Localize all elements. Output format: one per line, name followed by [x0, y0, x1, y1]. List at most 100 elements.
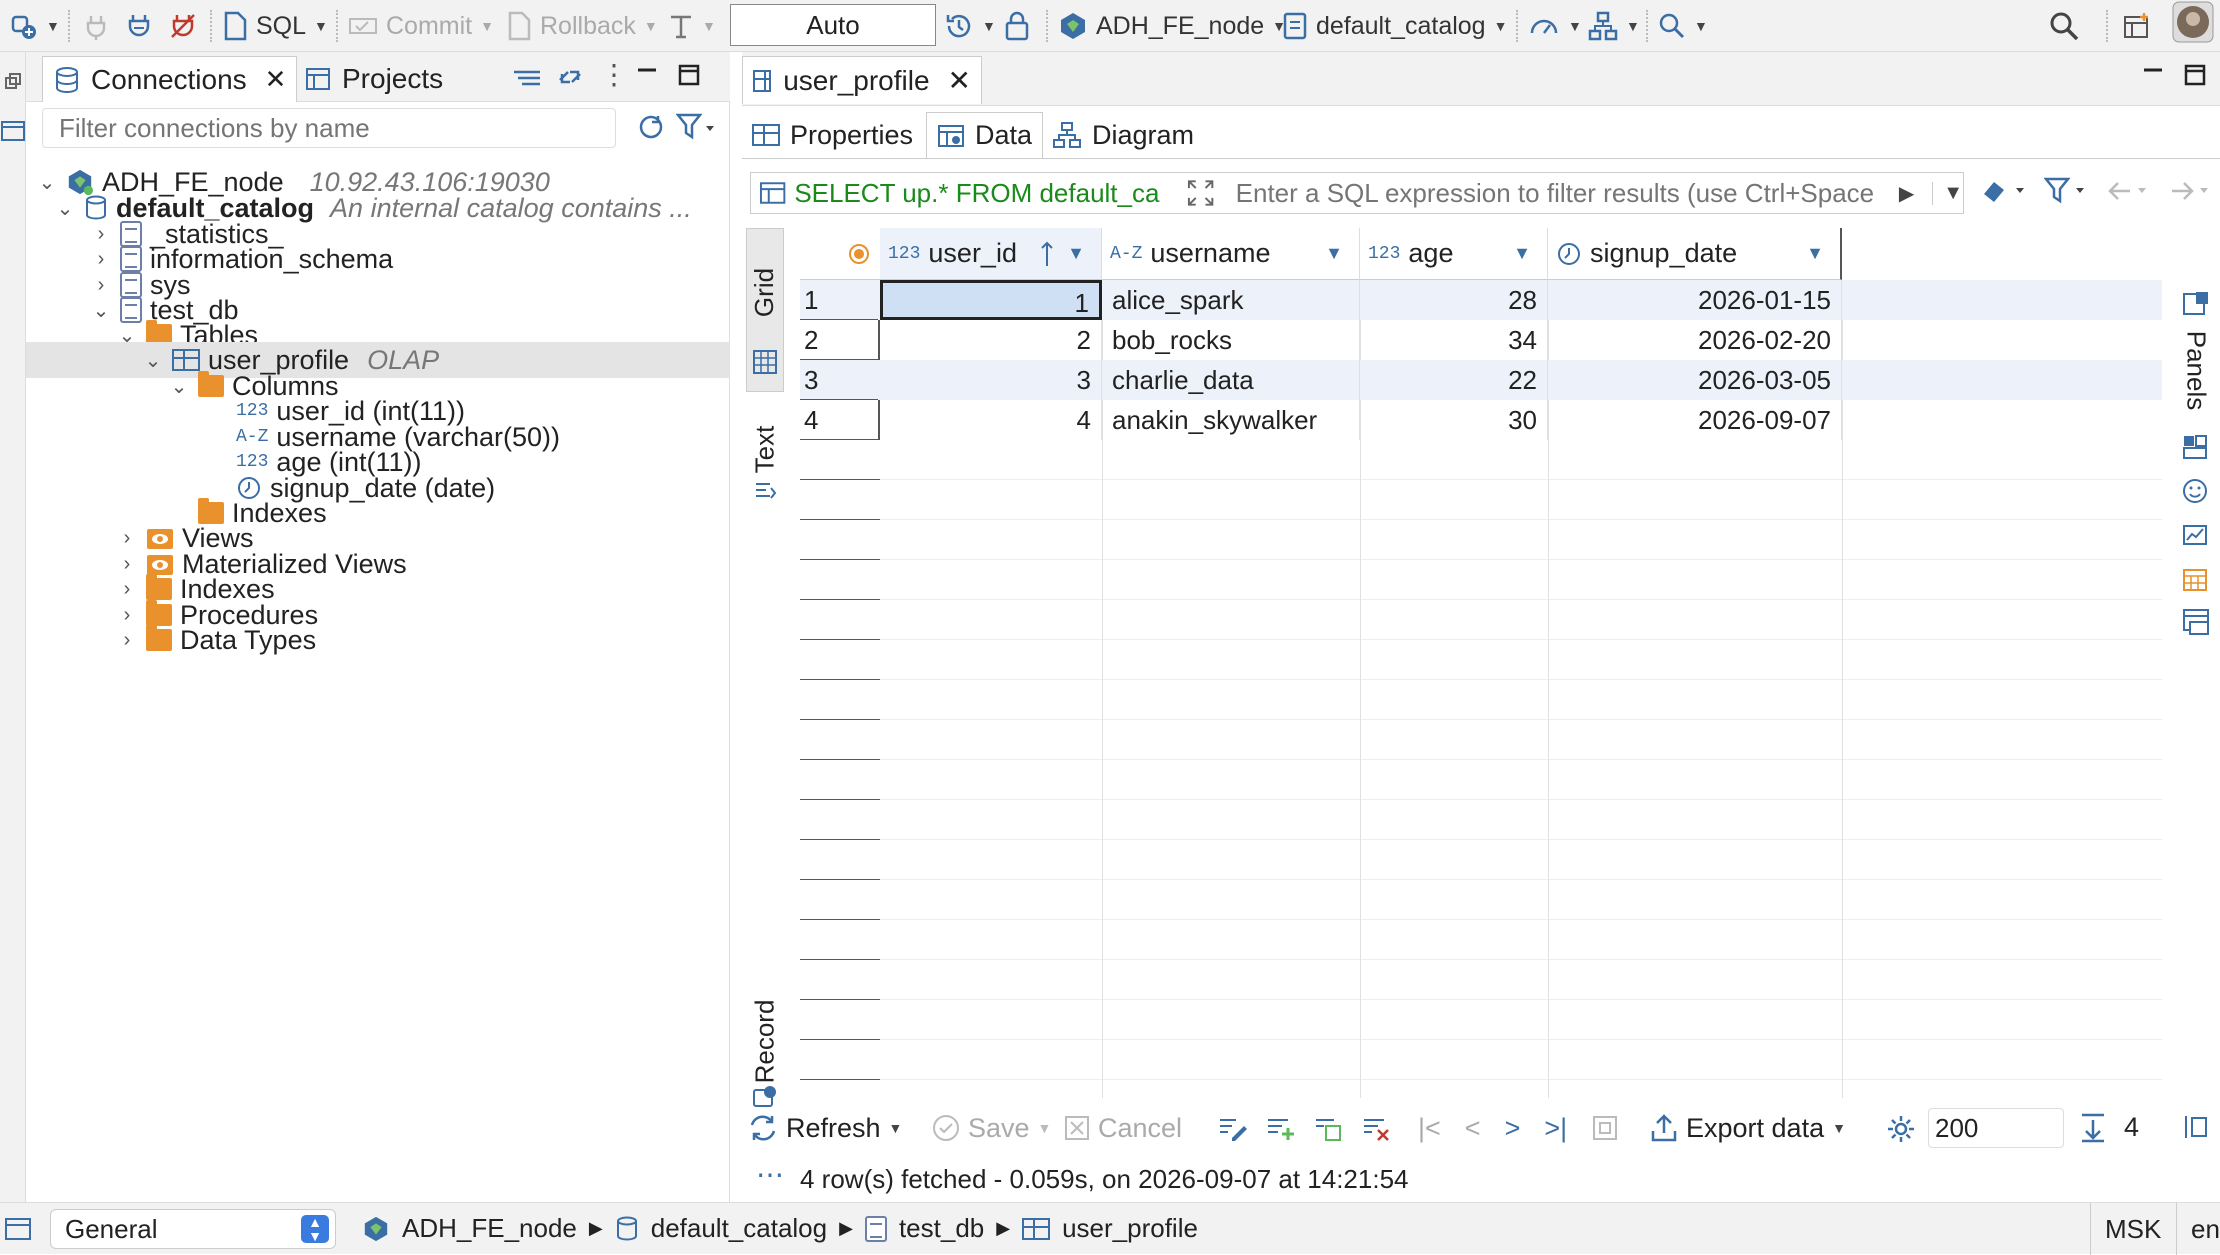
collapse-all-icon[interactable] [512, 66, 542, 90]
row-number[interactable]: 3 [800, 360, 878, 400]
table-row[interactable]: 2 2 bob_rocks 34 2026-02-20 [800, 320, 2162, 360]
cell-age[interactable]: 30 [1360, 400, 1548, 440]
column-menu-icon[interactable]: ▼ [1325, 243, 1343, 264]
cancel-button[interactable]: Cancel [1064, 1110, 1182, 1146]
cell-user-id[interactable]: 2 [880, 320, 1102, 360]
tab-connections[interactable]: Connections ✕ [42, 56, 298, 102]
edit-row-icon[interactable] [1218, 1114, 1248, 1142]
transaction-mode-select[interactable]: Auto [730, 4, 936, 46]
cell-username[interactable]: charlie_data [1102, 360, 1360, 400]
tab-diagram[interactable]: Diagram [1042, 112, 1204, 158]
add-row-icon[interactable] [1266, 1114, 1296, 1142]
new-connection-button[interactable]: ▼ [8, 8, 60, 44]
fetch-all-icon[interactable] [1591, 1114, 1619, 1142]
filter-settings-icon[interactable] [676, 112, 714, 142]
cell-username[interactable]: alice_spark [1102, 280, 1360, 320]
first-page-icon[interactable]: |< [1418, 1113, 1441, 1144]
column-menu-icon[interactable]: ▼ [1806, 243, 1824, 264]
timezone-indicator[interactable]: MSK [2090, 1203, 2161, 1255]
close-icon[interactable]: ✕ [265, 64, 287, 95]
history-dropdown-icon[interactable]: ▼ [1932, 181, 1963, 205]
row-number[interactable]: 1 [800, 280, 878, 320]
row-count-icon[interactable] [2078, 1112, 2108, 1144]
disconnect-button[interactable] [82, 8, 110, 44]
breadcrumb-catalog[interactable]: default_catalog [651, 1213, 827, 1244]
invalidate-button[interactable] [168, 8, 198, 44]
minimize-icon[interactable] [2142, 66, 2164, 86]
export-data-button[interactable]: Export data ▼ [1650, 1110, 1846, 1146]
column-header-signup-date[interactable]: signup_date ▼ [1548, 228, 1842, 280]
column-menu-icon[interactable]: ▼ [1513, 243, 1531, 264]
next-page-icon[interactable]: > [1505, 1113, 1521, 1144]
cell-age[interactable]: 28 [1360, 280, 1548, 320]
sort-ascending-icon[interactable] [1040, 240, 1054, 268]
cell-user-id[interactable]: 1 [880, 280, 1102, 320]
tools-button[interactable]: ▼ [1588, 8, 1640, 44]
metadata-icon[interactable] [2182, 608, 2210, 636]
lock-button[interactable] [1004, 8, 1030, 44]
save-button[interactable]: Save ▼ [932, 1110, 1051, 1146]
breadcrumb-table[interactable]: user_profile [1062, 1213, 1198, 1244]
console-icon[interactable] [4, 1217, 32, 1241]
active-connection-select[interactable]: ADH_FE_node ▼ [1058, 8, 1286, 44]
dashboard-button[interactable]: ▼ [1528, 8, 1582, 44]
maximize-icon[interactable] [678, 64, 700, 86]
chevron-down-icon[interactable]: ⌄ [90, 298, 112, 323]
tab-record[interactable]: Record [746, 998, 784, 1118]
cell-age[interactable]: 34 [1360, 320, 1548, 360]
column-header-user-id[interactable]: 123 user_id ▼ [880, 228, 1102, 280]
close-icon[interactable]: ✕ [948, 64, 971, 97]
sql-editor-button[interactable]: SQL ▼ [222, 8, 328, 44]
sql-query-text[interactable]: SELECT up.* FROM default_ca [786, 178, 1186, 209]
search-menu-button[interactable]: ▼ [1658, 8, 1708, 44]
locale-indicator[interactable]: en [2176, 1203, 2220, 1255]
transaction-mode-menu[interactable]: ▼ [668, 8, 716, 44]
column-header-age[interactable]: 123 age ▼ [1360, 228, 1548, 280]
back-arrow-icon[interactable] [2106, 176, 2150, 206]
reconnect-button[interactable] [124, 8, 154, 44]
cell-user-id[interactable]: 4 [880, 400, 1102, 440]
chevron-down-icon[interactable]: ⌄ [54, 196, 76, 221]
tree-table-selected[interactable]: ⌄ user_profile OLAP [26, 342, 730, 378]
filter-icon[interactable] [2044, 176, 2088, 206]
navigator-icon[interactable] [0, 118, 26, 144]
copy-row-icon[interactable] [1314, 1114, 1344, 1142]
sql-filter-input[interactable] [1235, 177, 1899, 209]
cell-signup-date[interactable]: 2026-03-05 [1548, 360, 1842, 400]
tab-grid[interactable]: Grid [746, 228, 784, 392]
view-menu-icon[interactable]: ⋮ [600, 58, 628, 91]
row-selector-header[interactable] [800, 228, 880, 280]
tab-properties[interactable]: Properties [742, 112, 923, 158]
history-button[interactable]: ▼ [944, 8, 996, 44]
eraser-icon[interactable] [1980, 176, 2026, 206]
prev-page-icon[interactable]: < [1465, 1113, 1481, 1144]
cell-signup-date[interactable]: 2026-09-07 [1548, 400, 1842, 440]
breadcrumb-connection[interactable]: ADH_FE_node [402, 1213, 577, 1244]
cell-username[interactable]: anakin_skywalker [1102, 400, 1360, 440]
forward-arrow-icon[interactable] [2168, 176, 2212, 206]
restore-icon[interactable] [4, 72, 22, 90]
column-header-username[interactable]: A-Z username ▼ [1102, 228, 1360, 280]
mode-select[interactable]: General ▲ ▼ [50, 1209, 336, 1249]
panels-icon[interactable] [2182, 290, 2210, 318]
table-row[interactable]: 1 1 alice_spark 28 2026-01-15 [800, 280, 2162, 320]
tab-text[interactable]: Text [746, 398, 784, 508]
connection-filter-input[interactable] [42, 108, 616, 148]
gear-icon[interactable] [1886, 1114, 1916, 1144]
cell-age[interactable]: 22 [1360, 360, 1548, 400]
play-icon[interactable]: ▶ [1899, 181, 1914, 206]
delete-row-icon[interactable] [1362, 1114, 1392, 1142]
perspective-button[interactable] [2122, 8, 2152, 44]
table-row[interactable]: 3 3 charlie_data 22 2026-03-05 [800, 360, 2162, 400]
cell-username[interactable]: bob_rocks [1102, 320, 1360, 360]
cell-signup-date[interactable]: 2026-01-15 [1548, 280, 1842, 320]
rollback-button[interactable]: Rollback ▼ [506, 8, 658, 44]
editor-tab-user-profile[interactable]: user_profile ✕ [742, 56, 982, 104]
calendar-icon[interactable] [2182, 566, 2208, 592]
row-number[interactable]: 2 [800, 320, 878, 360]
smiley-icon[interactable] [2182, 478, 2208, 504]
global-search-button[interactable] [2048, 8, 2080, 44]
last-page-icon[interactable]: >| [1544, 1113, 1567, 1144]
commit-button[interactable]: Commit ▼ [348, 8, 494, 44]
fetch-size-input[interactable]: 200 [1928, 1108, 2064, 1148]
